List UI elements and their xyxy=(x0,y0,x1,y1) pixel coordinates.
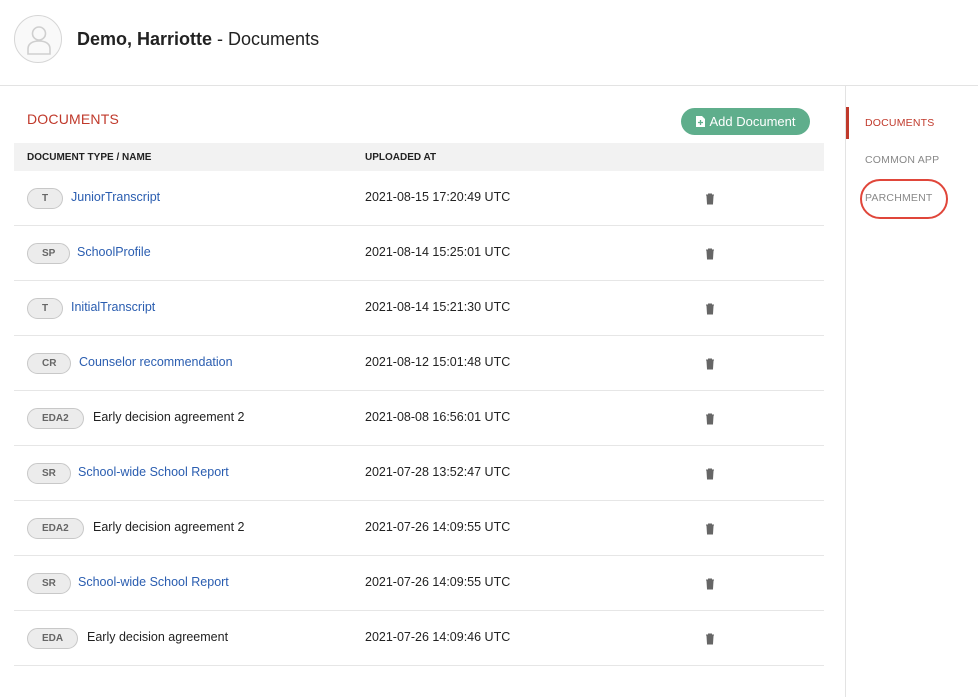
sidebar-item-common-app[interactable]: COMMON APP xyxy=(846,144,978,176)
uploaded-at: 2021-08-14 15:25:01 UTC xyxy=(365,245,511,259)
uploaded-at: 2021-07-28 13:52:47 UTC xyxy=(365,465,511,479)
trash-icon[interactable] xyxy=(704,468,716,480)
add-document-button[interactable]: Add Document xyxy=(681,108,810,135)
uploaded-at: 2021-08-14 15:21:30 UTC xyxy=(365,300,511,314)
document-link[interactable]: Counselor recommendation xyxy=(79,355,233,369)
column-header-uploaded-at: UPLOADED AT xyxy=(365,152,437,163)
document-link[interactable]: School-wide School Report xyxy=(78,575,229,589)
uploaded-at: 2021-07-26 14:09:55 UTC xyxy=(365,575,511,589)
document-type-badge: SR xyxy=(27,573,71,594)
table-row: EDA2 Early decision agreement 2 2021-08-… xyxy=(14,391,824,446)
document-type-badge: EDA2 xyxy=(27,408,84,429)
table-row: EDA2 Early decision agreement 2 2021-07-… xyxy=(14,501,824,556)
trash-icon[interactable] xyxy=(704,358,716,370)
student-name: Demo, Harriotte xyxy=(77,29,213,49)
trash-icon[interactable] xyxy=(704,413,716,425)
document-name: Early decision agreement 2 xyxy=(93,520,245,534)
table-row: SR School-wide School Report 2021-07-26 … xyxy=(14,556,824,611)
trash-icon[interactable] xyxy=(704,523,716,535)
sidebar-nav: DOCUMENTS COMMON APP PARCHMENT xyxy=(845,86,978,697)
column-header-type-name: DOCUMENT TYPE / NAME xyxy=(27,152,152,163)
table-row: T InitialTranscript 2021-08-14 15:21:30 … xyxy=(14,281,824,336)
avatar xyxy=(14,15,62,63)
document-type-badge: T xyxy=(27,298,64,319)
table-row: T JuniorTranscript 2021-08-15 17:20:49 U… xyxy=(14,171,824,226)
trash-icon[interactable] xyxy=(704,193,716,205)
table-row: CR Counselor recommendation 2021-08-12 1… xyxy=(14,336,824,391)
trash-icon[interactable] xyxy=(704,578,716,590)
section-title: DOCUMENTS xyxy=(27,111,120,127)
user-avatar-icon xyxy=(27,26,51,55)
uploaded-at: 2021-07-26 14:09:55 UTC xyxy=(365,520,511,534)
trash-icon[interactable] xyxy=(704,248,716,260)
document-type-badge: EDA2 xyxy=(27,518,84,539)
document-link[interactable]: JuniorTranscript xyxy=(71,190,160,204)
document-link[interactable]: SchoolProfile xyxy=(77,245,151,259)
trash-icon[interactable] xyxy=(704,303,716,315)
document-plus-icon xyxy=(695,116,705,127)
documents-table: T JuniorTranscript 2021-08-15 17:20:49 U… xyxy=(14,171,824,666)
document-type-badge: EDA xyxy=(27,628,79,649)
document-name: Early decision agreement 2 xyxy=(93,410,245,424)
document-link[interactable]: School-wide School Report xyxy=(78,465,229,479)
table-row: EDA Early decision agreement 2021-07-26 … xyxy=(14,611,824,666)
sidebar-item-parchment[interactable]: PARCHMENT xyxy=(846,182,978,214)
document-name: Early decision agreement xyxy=(87,630,229,644)
uploaded-at: 2021-07-26 14:09:46 UTC xyxy=(365,630,511,644)
title-separator: - xyxy=(212,29,229,49)
uploaded-at: 2021-08-08 16:56:01 UTC xyxy=(365,410,511,424)
document-type-badge: T xyxy=(27,188,64,209)
table-row: SP SchoolProfile 2021-08-14 15:25:01 UTC xyxy=(14,226,824,281)
sidebar-item-documents[interactable]: DOCUMENTS xyxy=(846,107,978,139)
page-header: Demo, Harriotte - Documents xyxy=(0,0,978,86)
add-document-label: Add Document xyxy=(709,114,796,129)
trash-icon[interactable] xyxy=(704,633,716,645)
document-link[interactable]: InitialTranscript xyxy=(71,300,155,314)
document-type-badge: SP xyxy=(27,243,71,264)
uploaded-at: 2021-08-15 17:20:49 UTC xyxy=(365,190,511,204)
document-type-badge: CR xyxy=(27,353,72,374)
title-section: Documents xyxy=(228,29,320,49)
table-header: DOCUMENT TYPE / NAME UPLOADED AT xyxy=(14,143,824,171)
uploaded-at: 2021-08-12 15:01:48 UTC xyxy=(365,355,511,369)
table-row: SR School-wide School Report 2021-07-28 … xyxy=(14,446,824,501)
documents-panel: DOCUMENTS Add Document DOCUMENT TYPE / N… xyxy=(0,86,845,697)
page-title: Demo, Harriotte - Documents xyxy=(77,27,319,51)
document-type-badge: SR xyxy=(27,463,71,484)
